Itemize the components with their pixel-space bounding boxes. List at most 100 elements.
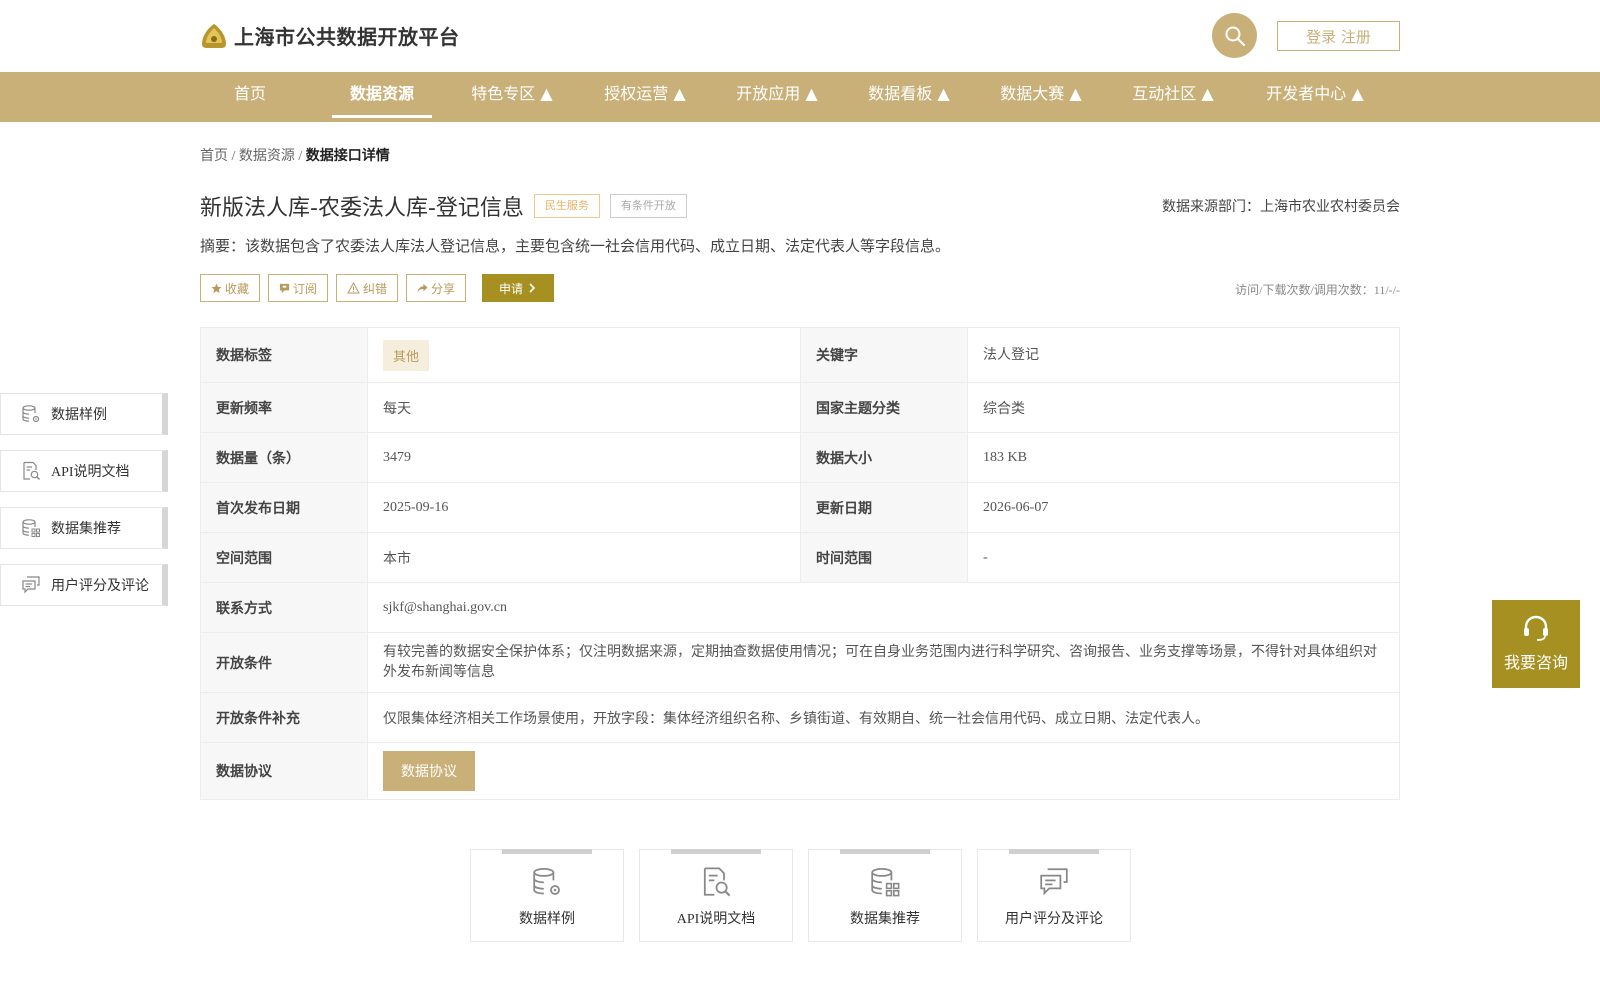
favorite-label: 收藏 (225, 281, 250, 296)
page-title: 新版法人库-农委法人库-登记信息 (200, 196, 524, 221)
subscribe-button[interactable]: 订阅 (268, 274, 329, 302)
update-date-label: 更新日期 (800, 482, 968, 533)
dataset-info-table: 数据标签 其他 关键字 法人登记 更新频率 每天 国家主题分类 综合类 数据量（… (200, 327, 1400, 800)
site-logo[interactable]: 上海市公共数据开放平台 (200, 21, 460, 50)
table-row: 数据标签 其他 关键字 法人登记 (200, 327, 1400, 383)
spatial-range-value: 本市 (367, 532, 801, 583)
table-row: 开放条件 有较完善的数据安全保护体系；仅注明数据来源，定期抽查数据使用情况；可在… (200, 632, 1400, 693)
title-row: 新版法人库-农委法人库-登记信息 民生服务 有条件开放 (200, 190, 687, 222)
national-theme-label: 国家主题分类 (800, 382, 968, 433)
time-range-value: - (967, 532, 1400, 583)
warning-icon (347, 282, 360, 294)
report-error-button[interactable]: 纠错 (336, 274, 399, 302)
favorite-button[interactable]: 收藏 (200, 274, 261, 302)
contact-value[interactable]: sjkf@shanghai.gov.cn (367, 582, 1400, 633)
action-bar: 收藏 订阅 纠错 分享 申请 (200, 274, 555, 302)
category-badge: 民生服务 (533, 194, 600, 218)
database-gear-icon (533, 867, 560, 895)
apply-label: 申请 (499, 281, 524, 296)
update-frequency-label: 更新频率 (200, 382, 368, 433)
side-nav-ratings-comments[interactable]: 用户评分及评论 (0, 564, 168, 606)
source-department: 数据来源部门：上海市农业农村委员会 (1162, 199, 1400, 215)
nav-item-community[interactable]: 互动社区 ▲ (1123, 72, 1223, 122)
consult-label: 我要咨询 (1503, 653, 1568, 672)
card-top-bar (840, 849, 930, 854)
site-title: 上海市公共数据开放平台 (234, 25, 460, 49)
share-icon (417, 283, 428, 293)
first-publish-value: 2025-09-16 (367, 482, 801, 533)
breadcrumb: 首页 / 数据资源 / 数据接口详情 (200, 145, 390, 165)
document-search-icon (703, 867, 731, 897)
breadcrumb-separator: / (294, 149, 306, 164)
consult-button[interactable]: 我要咨询 (1492, 600, 1580, 688)
database-grid-icon (22, 519, 40, 537)
nav-item-data-contest[interactable]: 数据大赛 ▲ (991, 72, 1091, 122)
table-row: 开放条件补充 仅限集体经济相关工作场景使用，开放字段：集体经济组织名称、乡镇街道… (200, 692, 1400, 743)
nav-item-home[interactable]: 首页 (210, 72, 290, 122)
headset-icon (1524, 615, 1548, 641)
side-nav-api-doc[interactable]: API说明文档 (0, 450, 168, 492)
document-search-icon (23, 461, 40, 480)
top-header: 上海市公共数据开放平台 登录 注册 (0, 0, 1600, 72)
database-grid-icon (871, 867, 900, 897)
share-button[interactable]: 分享 (406, 274, 467, 302)
breadcrumb-section[interactable]: 数据资源 (239, 149, 295, 164)
card-ratings-comments[interactable]: 用户评分及评论 (977, 849, 1131, 942)
open-condition-extra-value: 仅限集体经济相关工作场景使用，开放字段：集体经济组织名称、乡镇街道、有效期自、统… (367, 692, 1400, 743)
report-error-label: 纠错 (363, 281, 388, 296)
breadcrumb-home[interactable]: 首页 (200, 149, 228, 164)
data-protocol-cell: 数据协议 (367, 742, 1400, 800)
side-nav-label: 数据样例 (51, 408, 107, 423)
subscribe-label: 订阅 (293, 281, 318, 296)
nav-item-developer[interactable]: 开发者中心 ▲ (1255, 72, 1375, 122)
nav-item-data-resources[interactable]: 数据资源 (332, 72, 432, 122)
data-protocol-button[interactable]: 数据协议 (383, 751, 475, 791)
share-label: 分享 (431, 281, 456, 296)
nav-item-featured[interactable]: 特色专区 ▲ (462, 72, 562, 122)
nav-item-open-apps[interactable]: 开放应用 ▲ (727, 72, 827, 122)
card-label: API说明文档 (676, 912, 756, 927)
card-data-sample[interactable]: 数据样例 (470, 849, 624, 942)
star-icon (211, 282, 222, 293)
card-top-bar (1009, 849, 1099, 854)
card-dataset-recommend[interactable]: 数据集推荐 (808, 849, 962, 942)
record-count-value: 3479 (367, 432, 801, 483)
table-row: 数据协议 数据协议 (200, 742, 1400, 800)
update-date-value: 2026-06-07 (967, 482, 1400, 533)
card-api-doc[interactable]: API说明文档 (639, 849, 793, 942)
contact-label: 联系方式 (200, 582, 368, 633)
side-nav-dataset-recommend[interactable]: 数据集推荐 (0, 507, 168, 549)
logo-mark-icon (200, 22, 228, 50)
login-register-button[interactable]: 登录 注册 (1277, 21, 1400, 51)
comments-icon (1040, 868, 1068, 896)
open-condition-extra-label: 开放条件补充 (200, 692, 368, 743)
data-size-label: 数据大小 (800, 432, 968, 483)
open-condition-label: 开放条件 (200, 632, 368, 693)
keyword-label: 关键字 (800, 327, 968, 383)
first-publish-label: 首次发布日期 (200, 482, 368, 533)
bookmark-icon (279, 283, 290, 293)
side-nav-label: 数据集推荐 (51, 522, 121, 537)
open-type-badge: 有条件开放 (609, 194, 687, 218)
breadcrumb-separator: / (228, 149, 239, 164)
card-label: 数据样例 (519, 912, 575, 927)
table-row: 空间范围 本市 时间范围 - (200, 532, 1400, 583)
tag-value-cell: 其他 (367, 327, 801, 383)
breadcrumb-current: 数据接口详情 (305, 149, 390, 164)
side-nav-data-sample[interactable]: 数据样例 (0, 393, 168, 435)
tag-label: 数据标签 (200, 327, 368, 383)
table-row: 数据量（条） 3479 数据大小 183 KB (200, 432, 1400, 483)
nav-item-data-board[interactable]: 数据看板 ▲ (859, 72, 959, 122)
data-size-value: 183 KB (967, 432, 1400, 483)
comments-icon (22, 576, 40, 594)
search-button[interactable] (1212, 13, 1257, 58)
time-range-label: 时间范围 (800, 532, 968, 583)
nav-item-authorized-ops[interactable]: 授权运营 ▲ (595, 72, 695, 122)
chevron-right-icon (529, 283, 536, 293)
card-top-bar (671, 849, 761, 854)
side-nav-label: API说明文档 (51, 465, 130, 480)
search-icon (1225, 26, 1245, 46)
spatial-range-label: 空间范围 (200, 532, 368, 583)
tag-chip[interactable]: 其他 (383, 339, 430, 371)
apply-button[interactable]: 申请 (482, 274, 555, 302)
